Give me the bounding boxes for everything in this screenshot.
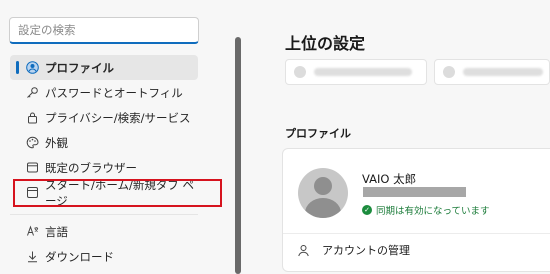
settings-main: 上位の設定 プロファイル VAIO 太郎 ✓ 同期は有効になっています アカウン… bbox=[245, 0, 550, 274]
sidebar-item-languages[interactable]: 言語 bbox=[10, 219, 198, 244]
sidebar-item-label: 既定のブラウザー bbox=[45, 160, 137, 175]
blurred-chip-label bbox=[463, 68, 543, 76]
blurred-top-setting-chip[interactable] bbox=[434, 59, 550, 85]
page-title: 上位の設定 bbox=[285, 34, 366, 53]
person-icon bbox=[297, 244, 310, 257]
sidebar-item-downloads[interactable]: ダウンロード bbox=[10, 244, 198, 269]
settings-sidebar: 設定の検索 プロファイル パスワードとオートフィル プライバシー/検索/サービス… bbox=[0, 0, 236, 274]
sidebar-item-privacy[interactable]: プライバシー/検索/サービス bbox=[10, 105, 198, 130]
blurred-chip-icon bbox=[443, 66, 455, 78]
section-heading-profile: プロファイル bbox=[285, 127, 351, 140]
sidebar-item-label: 外観 bbox=[45, 135, 68, 150]
avatar bbox=[298, 168, 348, 218]
sidebar-item-label: プライバシー/検索/サービス bbox=[45, 110, 191, 125]
manage-account-label: アカウントの管理 bbox=[322, 244, 410, 257]
browser-icon bbox=[26, 161, 39, 174]
highlight-box bbox=[13, 179, 222, 207]
sidebar-item-label: 言語 bbox=[45, 224, 68, 239]
sync-status: ✓ 同期は有効になっています bbox=[362, 203, 490, 217]
blurred-chip-label bbox=[314, 68, 412, 76]
sidebar-scrollbar[interactable] bbox=[235, 37, 241, 274]
search-placeholder: 設定の検索 bbox=[18, 23, 76, 37]
language-icon bbox=[26, 225, 39, 238]
redacted-email bbox=[363, 187, 466, 197]
sidebar-divider bbox=[10, 214, 198, 215]
lock-icon bbox=[26, 111, 39, 124]
sync-status-text: 同期は有効になっています bbox=[376, 206, 490, 217]
sidebar-item-appearance[interactable]: 外観 bbox=[10, 130, 198, 155]
profile-card: VAIO 太郎 ✓ 同期は有効になっています アカウントの管理 bbox=[282, 148, 550, 272]
settings-search-input[interactable]: 設定の検索 bbox=[9, 17, 199, 44]
blurred-top-setting-chip[interactable] bbox=[285, 59, 427, 85]
sidebar-item-label: プロファイル bbox=[45, 60, 114, 75]
card-divider bbox=[283, 233, 550, 234]
profile-icon bbox=[26, 61, 39, 74]
sidebar-item-label: パスワードとオートフィル bbox=[45, 85, 183, 100]
palette-icon bbox=[26, 136, 39, 149]
sidebar-item-passwords[interactable]: パスワードとオートフィル bbox=[10, 80, 198, 105]
manage-account-row[interactable]: アカウントの管理 bbox=[297, 242, 410, 258]
sidebar-item-profile[interactable]: プロファイル bbox=[10, 55, 198, 80]
check-circle-icon: ✓ bbox=[362, 205, 372, 215]
profile-user-name: VAIO 太郎 bbox=[362, 172, 417, 186]
sidebar-item-label: ダウンロード bbox=[45, 249, 114, 264]
key-icon bbox=[26, 86, 39, 99]
blurred-chip-icon bbox=[294, 66, 306, 78]
download-icon bbox=[26, 250, 39, 263]
